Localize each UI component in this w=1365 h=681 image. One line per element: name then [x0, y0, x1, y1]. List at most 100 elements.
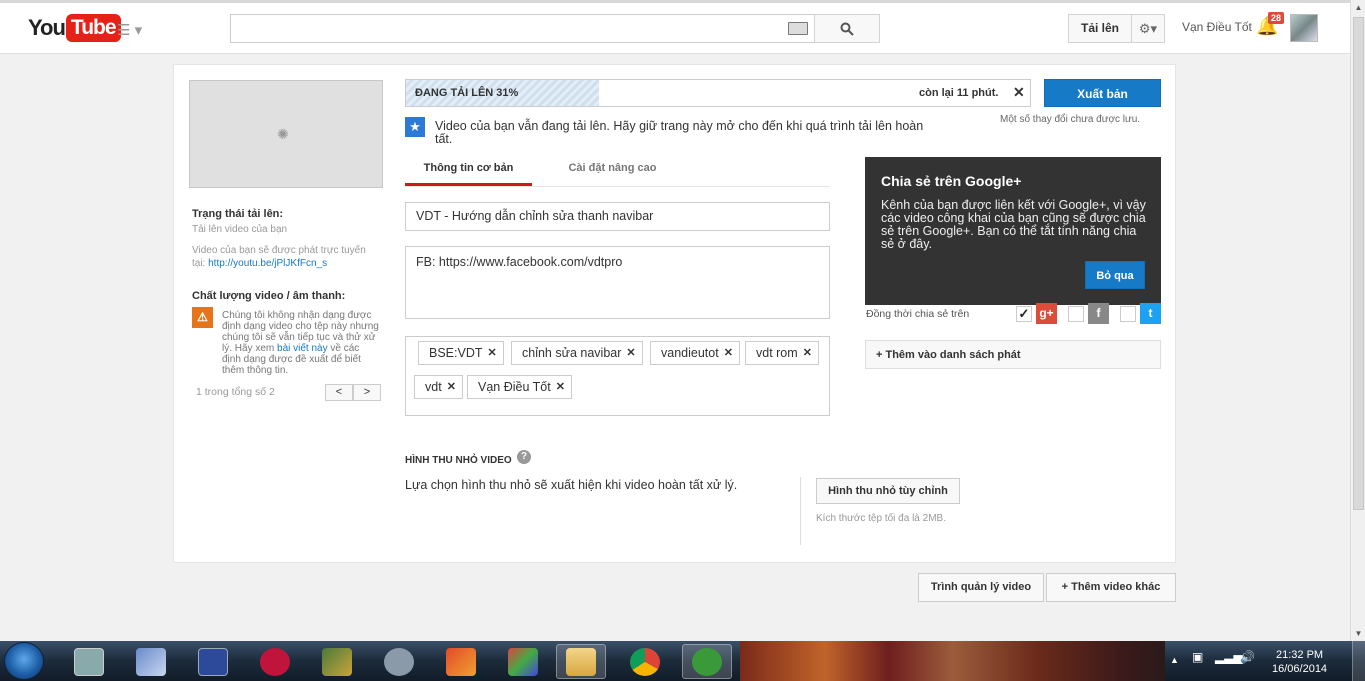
remove-tag-icon[interactable]: ✕	[626, 342, 635, 364]
upload-button[interactable]: Tải lên	[1068, 14, 1132, 43]
quality-warning: Chúng tôi không nhận dạng được định dạng…	[222, 310, 380, 376]
plus-icon: +	[1061, 581, 1072, 593]
search-button[interactable]	[814, 14, 880, 43]
taskbar-app-drive-icon[interactable]	[374, 644, 424, 679]
twitter-share-checkbox[interactable]	[1120, 306, 1136, 322]
taskbar-app-lg-icon[interactable]	[250, 644, 300, 679]
upload-info-message: Video của bạn vẫn đang tải lên. Hãy giữ …	[435, 119, 924, 146]
tag-label: vdt rom	[756, 346, 798, 360]
clock-date: 16/06/2014	[1272, 663, 1328, 675]
video-manager-button[interactable]: Trình quản lý video	[918, 573, 1044, 602]
live-url-info: Video của bạn sẽ được phát trực tuyến tạ…	[192, 244, 372, 270]
help-icon[interactable]: ?	[517, 450, 531, 464]
tray-device-icon[interactable]: ▣	[1192, 650, 1203, 664]
guide-menu-icon[interactable]: ☰ ▾	[117, 21, 142, 39]
taskbar-app-window-icon[interactable]	[188, 644, 238, 679]
tag-label: chỉnh sửa navibar	[522, 346, 622, 360]
remove-tag-icon[interactable]: ✕	[488, 342, 497, 364]
search-input[interactable]	[230, 14, 815, 43]
taskbar-app-chrome-icon[interactable]	[620, 644, 670, 679]
tag-label: Vạn Điều Tốt	[478, 380, 551, 394]
custom-thumbnail-button[interactable]: Hình thu nhỏ tùy chỉnh	[816, 478, 960, 504]
warning-icon: ⚠	[192, 307, 213, 328]
share-label: Đồng thời chia sẻ trên	[866, 308, 970, 320]
max-size-note: Kích thước tệp tối đa là 2MB.	[816, 513, 946, 524]
taskbar-app-camtasia-icon[interactable]	[682, 644, 732, 679]
gplus-share-popup: Chia sẻ trên Google+ Kênh của bạn được l…	[865, 157, 1161, 305]
taskbar-app-tool-icon[interactable]	[312, 644, 362, 679]
remove-tag-icon[interactable]: ✕	[803, 342, 812, 364]
quality-heading: Chất lượng video / âm thanh:	[192, 290, 346, 302]
popup-body: Kênh của bạn được liên kết với Google+, …	[881, 198, 1146, 251]
tag-chip[interactable]: vandieutot ✕	[650, 341, 740, 365]
taskbar-app-control-panel-icon[interactable]	[64, 644, 114, 679]
settings-gear-button[interactable]: ⚙▾	[1131, 14, 1165, 43]
tag-chip[interactable]: vdt rom ✕	[745, 341, 819, 365]
tray-volume-icon[interactable]: 🔊	[1240, 650, 1255, 664]
scroll-down-icon[interactable]: ▼	[1351, 626, 1365, 641]
title-field[interactable]: VDT - Hướng dẫn chỉnh sửa thanh navibar	[405, 202, 830, 231]
scroll-up-icon[interactable]: ▲	[1351, 0, 1365, 15]
taskbar-background-art	[740, 641, 1165, 681]
gplus-share-checkbox[interactable]: ✓	[1016, 306, 1032, 322]
taskbar-app-ccleaner-icon[interactable]	[436, 644, 486, 679]
add-more-label: Thêm video khác	[1071, 581, 1161, 593]
skip-button[interactable]: Bỏ qua	[1085, 261, 1145, 289]
thumbnail-description: Lựa chọn hình thu nhỏ sẽ xuất hiện khi v…	[405, 478, 738, 492]
taskbar-app-explorer-icon[interactable]	[556, 644, 606, 679]
upload-status-heading: Trạng thái tải lên:	[192, 208, 284, 220]
unsaved-note: Một số thay đổi chưa được lưu.	[1000, 114, 1141, 125]
tag-chip[interactable]: chỉnh sửa navibar ✕	[511, 341, 643, 365]
gear-icon: ⚙▾	[1138, 21, 1158, 36]
add-to-playlist-button[interactable]: + Thêm vào danh sách phát	[865, 340, 1161, 369]
loading-spinner-icon: ✺	[277, 126, 289, 142]
next-page-button[interactable]: >	[353, 384, 381, 401]
tag-label: BSE:VDT	[429, 346, 483, 360]
prev-page-button[interactable]: <	[325, 384, 353, 401]
avatar[interactable]	[1290, 14, 1318, 42]
scrollbar-thumb[interactable]	[1353, 17, 1364, 510]
popup-title: Chia sẻ trên Google+	[881, 173, 1022, 189]
remove-tag-icon[interactable]: ✕	[556, 376, 565, 398]
tab-basic-info[interactable]: Thông tin cơ bản	[405, 154, 532, 186]
clock-time: 21:32 PM	[1275, 649, 1324, 661]
tag-chip[interactable]: Vạn Điều Tốt ✕	[467, 375, 572, 399]
upload-status-text: Tải lên video của bạn	[192, 224, 288, 235]
google-plus-icon: g+	[1036, 303, 1057, 324]
logo-text-you: You	[28, 15, 66, 40]
divider	[800, 477, 801, 545]
taskbar-app-network-icon[interactable]	[126, 644, 176, 679]
add-more-videos-button[interactable]: + Thêm video khác	[1046, 573, 1176, 602]
taskbar-app-office-icon[interactable]	[498, 644, 548, 679]
page-info: 1 trong tổng số 2	[196, 386, 275, 398]
tab-advanced-settings[interactable]: Cài đặt nâng cao	[550, 154, 675, 184]
remove-tag-icon[interactable]: ✕	[724, 342, 733, 364]
remove-tag-icon[interactable]: ✕	[447, 376, 456, 398]
upload-progress-label: ĐANG TẢI LÊN 31%	[415, 87, 519, 99]
username[interactable]: Vạn Điều Tốt	[1182, 20, 1252, 34]
facebook-share-checkbox[interactable]	[1068, 306, 1084, 322]
quality-warning-link[interactable]: bài viết này	[277, 343, 328, 354]
keyboard-icon[interactable]	[788, 22, 808, 35]
pagination: < >	[325, 384, 381, 401]
search-icon	[840, 22, 854, 36]
tray-signal-icon[interactable]: ▂▃▅	[1215, 650, 1243, 664]
youtube-logo[interactable]: You Tube	[28, 14, 121, 42]
star-icon: ★	[405, 117, 425, 137]
tab-divider	[405, 186, 830, 187]
notification-badge: 28	[1268, 12, 1285, 24]
show-desktop-button[interactable]	[1352, 641, 1365, 681]
twitter-icon: t	[1140, 303, 1161, 324]
cancel-upload-icon[interactable]: ✕	[1013, 84, 1025, 101]
tag-chip[interactable]: vdt ✕	[414, 375, 463, 399]
start-button[interactable]	[4, 642, 44, 680]
tag-label: vandieutot	[661, 346, 719, 360]
page-scrollbar[interactable]: ▲ ▼	[1350, 0, 1365, 641]
tray-expand-icon[interactable]: ▲	[1170, 655, 1179, 665]
description-field[interactable]: FB: https://www.facebook.com/vdtpro	[405, 246, 830, 319]
publish-button[interactable]: Xuất bản	[1044, 79, 1161, 107]
live-url-link[interactable]: http://youtu.be/jPlJKfFcn_s	[208, 258, 327, 269]
facebook-icon: f	[1088, 303, 1109, 324]
system-clock[interactable]: 21:32 PM 16/06/2014	[1272, 648, 1327, 676]
tag-chip[interactable]: BSE:VDT ✕	[418, 341, 504, 365]
